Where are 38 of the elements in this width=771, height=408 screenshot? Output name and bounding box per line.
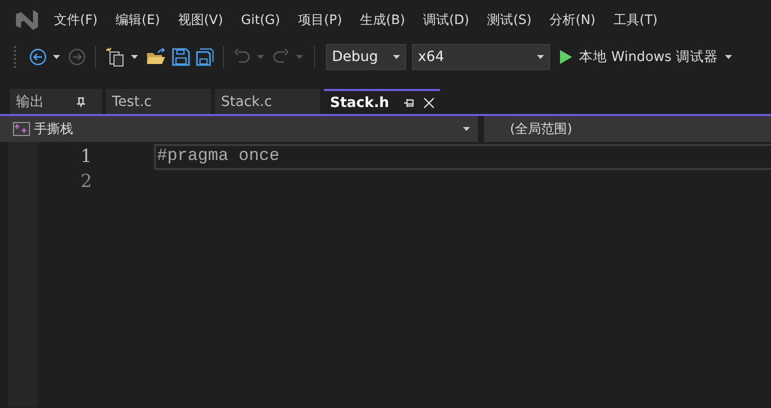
new-item-icon[interactable] (105, 47, 125, 67)
save-all-icon[interactable] (196, 48, 214, 66)
menu-item[interactable]: 项目(P) (298, 11, 342, 29)
menu-item[interactable]: 调试(D) (423, 11, 470, 29)
platform-dropdown[interactable]: x64 (412, 44, 550, 70)
project-icon (13, 122, 30, 136)
run-button[interactable]: 本地 Windows 调试器 (556, 48, 736, 66)
menu-item[interactable]: 测试(S) (487, 11, 532, 29)
project-dropdown[interactable]: 手撕栈 (0, 116, 478, 142)
scope-dropdown[interactable]: (全局范围) (484, 116, 771, 142)
back-icon[interactable] (29, 48, 47, 66)
play-icon (560, 50, 572, 64)
folder-icon[interactable] (146, 48, 166, 66)
document-tab[interactable]: 输出 (10, 89, 102, 114)
pin-icon[interactable] (404, 98, 414, 108)
app-logo-icon (14, 8, 40, 32)
code-text: #pragma once (157, 147, 280, 166)
caret-icon[interactable] (131, 55, 138, 59)
caret-icon (393, 55, 400, 59)
menu-item[interactable]: 分析(N) (550, 11, 596, 29)
menu-item[interactable]: 文件(F) (54, 11, 98, 29)
menu-item[interactable]: 生成(B) (360, 11, 406, 29)
line-number: 1 (80, 146, 92, 167)
close-icon[interactable] (424, 98, 434, 108)
caret-icon (724, 55, 732, 59)
document-tab[interactable]: Test.c (106, 89, 211, 114)
caret-icon[interactable] (53, 55, 60, 59)
menu-item[interactable]: 编辑(E) (116, 11, 160, 29)
pin-icon[interactable] (76, 96, 86, 106)
menu-item[interactable]: 视图(V) (178, 11, 224, 29)
caret-icon (537, 55, 544, 59)
save-icon[interactable] (172, 48, 190, 66)
menu-item[interactable]: 工具(T) (614, 11, 658, 29)
document-tab[interactable]: Stack.c (215, 89, 320, 114)
configuration-dropdown[interactable]: Debug (326, 44, 406, 70)
line-number: 2 (80, 171, 92, 192)
menu-item[interactable]: Git(G) (241, 12, 280, 28)
caret-icon (463, 127, 470, 131)
